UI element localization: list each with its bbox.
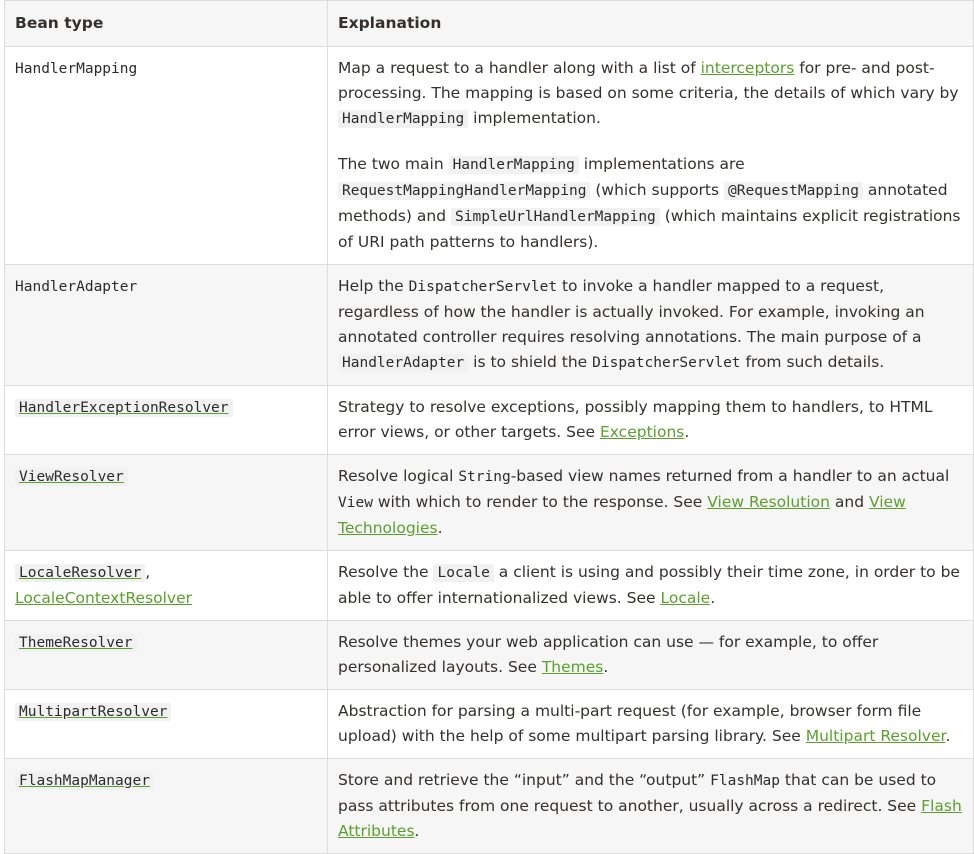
- explanation-paragraph: Help the DispatcherServlet to invoke a h…: [338, 274, 965, 376]
- inline-code: HandlerMapping: [448, 156, 579, 174]
- text: implementation.: [468, 109, 601, 127]
- table-row: LocaleResolver, LocaleContextResolver Re…: [4, 550, 974, 621]
- inline-code: View: [338, 495, 373, 511]
- text: Resolve logical: [338, 467, 459, 485]
- multipart-resolver-doc-link[interactable]: Multipart Resolver: [806, 727, 946, 745]
- text: .: [603, 658, 609, 676]
- themes-link[interactable]: Themes: [542, 658, 604, 676]
- explanation-paragraph: The two main HandlerMapping implementati…: [338, 152, 965, 255]
- table-row: FlashMapManager Store and retrieve the “…: [4, 758, 974, 854]
- table-row: HandlerMapping Map a request to a handle…: [4, 46, 974, 265]
- locale-context-resolver-link[interactable]: LocaleContextResolver: [15, 589, 192, 607]
- separator: ,: [145, 563, 151, 581]
- text: .: [437, 519, 443, 537]
- explanation-cell: Store and retrieve the “input” and the “…: [327, 758, 974, 854]
- theme-resolver-link[interactable]: ThemeResolver: [15, 633, 137, 652]
- inline-code: DispatcherServlet: [408, 279, 558, 295]
- bean-type-cell: ThemeResolver: [4, 620, 328, 690]
- multipart-resolver-link[interactable]: MultipartResolver: [15, 702, 172, 721]
- bean-type-name: MultipartResolver: [15, 703, 172, 721]
- handler-exception-resolver-link[interactable]: HandlerExceptionResolver: [15, 398, 233, 417]
- exceptions-link[interactable]: Exceptions: [600, 423, 684, 441]
- inline-code: SimpleUrlHandlerMapping: [451, 208, 660, 226]
- text: (which supports: [590, 181, 725, 199]
- bean-type-name: HandlerMapping: [15, 61, 138, 77]
- explanation-paragraph: Map a request to a handler along with a …: [338, 56, 965, 132]
- inline-code: HandlerAdapter: [338, 354, 469, 372]
- bean-type-name: FlashMapManager: [15, 772, 154, 790]
- text: .: [414, 822, 420, 840]
- bean-type-cell: HandlerMapping: [4, 46, 328, 265]
- inline-code: String: [458, 469, 511, 485]
- text: implementations are: [578, 155, 745, 173]
- explanation-paragraph: Strategy to resolve exceptions, possibly…: [338, 395, 965, 445]
- explanation-paragraph: Resolve logical String-based view names …: [338, 464, 965, 541]
- inline-code: HandlerMapping: [338, 110, 469, 128]
- bean-type-name: LocaleResolver: [15, 564, 146, 582]
- text: is to shield the: [468, 353, 593, 371]
- header-explanation: Explanation: [327, 0, 974, 47]
- text: .: [710, 589, 716, 607]
- inline-code: RequestMappingHandlerMapping: [338, 182, 591, 200]
- explanation-paragraph: Abstraction for parsing a multi-part req…: [338, 699, 965, 749]
- explanation-paragraph: Resolve themes your web application can …: [338, 630, 965, 680]
- text: and: [829, 493, 869, 511]
- table-row: MultipartResolver Abstraction for parsin…: [4, 689, 974, 759]
- text: from such details.: [740, 353, 885, 371]
- table-row: HandlerAdapter Help the DispatcherServle…: [4, 264, 974, 386]
- explanation-cell: Help the DispatcherServlet to invoke a h…: [327, 264, 974, 386]
- flash-map-manager-link[interactable]: FlashMapManager: [15, 771, 154, 790]
- bean-type-cell: HandlerAdapter: [4, 264, 328, 386]
- table-row: ThemeResolver Resolve themes your web ap…: [4, 620, 974, 690]
- inline-code: DispatcherServlet: [592, 355, 741, 371]
- text: .: [684, 423, 690, 441]
- explanation-cell: Resolve themes your web application can …: [327, 620, 974, 690]
- inline-code: @RequestMapping: [724, 182, 863, 200]
- explanation-cell: Strategy to resolve exceptions, possibly…: [327, 385, 974, 455]
- interceptors-link[interactable]: interceptors: [701, 59, 795, 77]
- explanation-cell: Abstraction for parsing a multi-part req…: [327, 689, 974, 759]
- bean-type-name: ThemeResolver: [15, 634, 137, 652]
- text: Store and retrieve the “input” and the “…: [338, 771, 711, 789]
- bean-types-table: Bean type Explanation HandlerMapping Map…: [4, 0, 974, 854]
- table-header-row: Bean type Explanation: [4, 0, 974, 47]
- view-resolution-link[interactable]: View Resolution: [707, 493, 830, 511]
- text: The two main: [338, 155, 449, 173]
- explanation-cell: Resolve logical String-based view names …: [327, 454, 974, 551]
- explanation-paragraph: Store and retrieve the “input” and the “…: [338, 768, 965, 844]
- bean-type-name: HandlerAdapter: [15, 279, 138, 295]
- bean-type-name: ViewResolver: [15, 468, 128, 486]
- view-resolver-link[interactable]: ViewResolver: [15, 467, 128, 486]
- bean-type-cell: LocaleResolver, LocaleContextResolver: [4, 550, 328, 621]
- explanation-cell: Map a request to a handler along with a …: [327, 46, 974, 265]
- text: Resolve the: [338, 563, 434, 581]
- bean-type-cell: ViewResolver: [4, 454, 328, 551]
- locale-resolver-link[interactable]: LocaleResolver: [15, 563, 146, 582]
- text: Map a request to a handler along with a …: [338, 59, 701, 77]
- explanation-cell: Resolve the Locale a client is using and…: [327, 550, 974, 621]
- text: -based view names returned from a handle…: [510, 467, 950, 485]
- text: Help the: [338, 277, 409, 295]
- inline-code: FlashMap: [710, 773, 780, 789]
- bean-type-cell: MultipartResolver: [4, 689, 328, 759]
- table-row: HandlerExceptionResolver Strategy to res…: [4, 385, 974, 455]
- bean-type-cell: FlashMapManager: [4, 758, 328, 854]
- header-bean-type: Bean type: [4, 0, 328, 47]
- bean-type-name: HandlerExceptionResolver: [15, 399, 233, 417]
- bean-type-cell: HandlerExceptionResolver: [4, 385, 328, 455]
- text: .: [945, 727, 951, 745]
- inline-code: Locale: [433, 564, 494, 582]
- explanation-paragraph: Resolve the Locale a client is using and…: [338, 560, 965, 611]
- text: with which to render to the response. Se…: [372, 493, 708, 511]
- table-row: ViewResolver Resolve logical String-base…: [4, 454, 974, 551]
- locale-link[interactable]: Locale: [660, 589, 710, 607]
